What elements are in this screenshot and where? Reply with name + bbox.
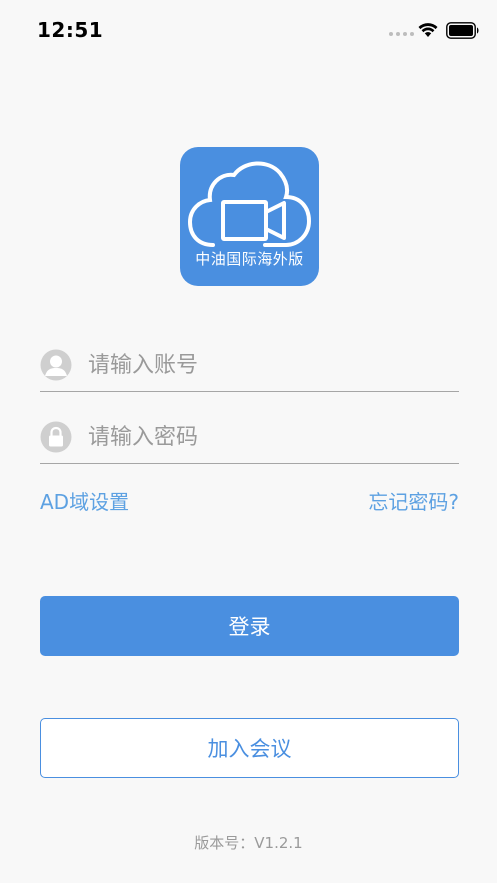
login-button[interactable]: 登录	[40, 596, 459, 656]
version-label: 版本号：V1.2.1	[194, 834, 303, 852]
status-bar: 12:51	[0, 0, 497, 60]
cellular-signal-icon	[389, 32, 414, 36]
username-field	[40, 341, 459, 392]
app-logo-text: 中油国际海外版	[195, 250, 304, 268]
password-input[interactable]	[88, 419, 448, 455]
wifi-icon	[418, 23, 438, 37]
user-icon	[40, 349, 72, 381]
forgot-password-link[interactable]: 忘记密码?	[368, 486, 459, 515]
app-logo: 中油国际海外版	[180, 147, 319, 286]
ad-domain-settings-link[interactable]: AD域设置	[40, 486, 129, 515]
password-field	[40, 413, 459, 464]
join-meeting-button[interactable]: 加入会议	[40, 718, 459, 778]
username-input[interactable]	[88, 347, 448, 383]
cloud-video-camera-icon	[188, 161, 311, 247]
lock-icon	[40, 421, 72, 453]
battery-icon	[446, 22, 479, 39]
status-time: 12:51	[37, 18, 104, 42]
